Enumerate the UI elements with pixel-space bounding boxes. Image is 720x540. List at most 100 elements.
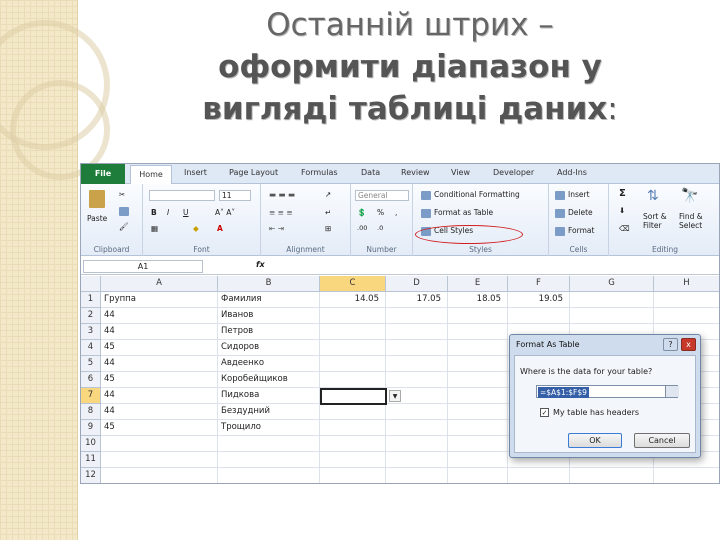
sheet-cell[interactable] — [386, 404, 448, 420]
sheet-cell[interactable]: 17.05 — [386, 292, 448, 308]
sheet-cell[interactable] — [320, 308, 386, 324]
row-header-4[interactable]: 4 — [81, 340, 101, 356]
sheet-cell[interactable] — [570, 292, 654, 308]
row-header-7[interactable]: 7 — [81, 388, 101, 404]
headers-checkbox[interactable]: ✓ — [540, 408, 549, 417]
row-header-9[interactable]: 9 — [81, 420, 101, 436]
sheet-cell[interactable] — [320, 324, 386, 340]
column-header-h[interactable]: H — [654, 276, 719, 292]
sheet-cell[interactable]: Петров — [218, 324, 320, 340]
ok-button[interactable]: OK — [568, 433, 622, 448]
sheet-cell[interactable]: 44 — [101, 356, 218, 372]
sheet-cell[interactable]: 44 — [101, 308, 218, 324]
tab-formulas[interactable]: Formulas — [301, 168, 338, 177]
tab-data[interactable]: Data — [361, 168, 380, 177]
sheet-cell[interactable]: Сидоров — [218, 340, 320, 356]
merge-icon[interactable]: ⊞ — [325, 224, 331, 233]
underline-button[interactable]: U — [183, 208, 189, 217]
sheet-cell[interactable] — [320, 468, 386, 483]
clear-icon[interactable]: ⌫ — [619, 224, 630, 233]
row-header-1[interactable]: 1 — [81, 292, 101, 308]
row-header-5[interactable]: 5 — [81, 356, 101, 372]
column-header-d[interactable]: D — [386, 276, 448, 292]
cut-icon[interactable]: ✂ — [119, 190, 125, 199]
sheet-cell[interactable] — [386, 356, 448, 372]
sheet-cell[interactable] — [386, 308, 448, 324]
autocomplete-dropdown-icon[interactable]: ▼ — [389, 390, 401, 402]
tab-developer[interactable]: Developer — [493, 168, 534, 177]
sheet-cell[interactable] — [320, 420, 386, 436]
sheet-cell[interactable] — [320, 372, 386, 388]
sheet-cell[interactable] — [448, 468, 508, 483]
indent-icons[interactable]: ⇤ ⇥ — [269, 224, 284, 233]
orientation-icon[interactable]: ↗ — [325, 190, 331, 199]
sheet-cell[interactable] — [218, 452, 320, 468]
sheet-cell[interactable]: Группа — [101, 292, 218, 308]
sheet-cell[interactable] — [101, 436, 218, 452]
sheet-cell[interactable] — [386, 452, 448, 468]
sheet-cell[interactable]: Коробейщиков — [218, 372, 320, 388]
sheet-cell[interactable] — [448, 404, 508, 420]
range-input[interactable]: =$A$1:$F$9 — [536, 385, 679, 398]
grow-font-button[interactable]: A˄ A˅ — [215, 208, 235, 217]
sheet-cell[interactable]: 44 — [101, 404, 218, 420]
tab-insert[interactable]: Insert — [184, 168, 207, 177]
conditional-formatting-button[interactable]: Conditional Formatting — [421, 190, 520, 200]
sheet-cell[interactable] — [320, 452, 386, 468]
row-header-12[interactable]: 12 — [81, 468, 101, 483]
close-button[interactable]: x — [681, 338, 696, 351]
sheet-cell[interactable] — [386, 372, 448, 388]
fill-icon[interactable]: ⬇ — [619, 206, 625, 215]
sheet-cell[interactable] — [448, 356, 508, 372]
autosum-button[interactable]: Σ — [619, 188, 626, 199]
column-header-f[interactable]: F — [508, 276, 570, 292]
font-name-select[interactable] — [149, 190, 215, 201]
sheet-cell[interactable] — [386, 340, 448, 356]
select-all-corner[interactable] — [81, 276, 101, 292]
help-button[interactable]: ? — [663, 338, 678, 351]
sheet-cell[interactable] — [448, 372, 508, 388]
row-header-10[interactable]: 10 — [81, 436, 101, 452]
sheet-cell[interactable] — [386, 468, 448, 483]
paste-button[interactable] — [89, 190, 108, 208]
sheet-cell[interactable] — [448, 452, 508, 468]
delete-button[interactable]: Delete — [555, 208, 593, 218]
italic-button[interactable]: I — [167, 208, 169, 217]
wrap-text-icon[interactable]: ↵ — [325, 208, 331, 217]
sheet-cell[interactable]: 44 — [101, 388, 218, 404]
sheet-cell[interactable]: Бездудний — [218, 404, 320, 420]
sheet-cell[interactable] — [448, 340, 508, 356]
sheet-cell[interactable] — [386, 420, 448, 436]
sheet-cell[interactable] — [386, 324, 448, 340]
sheet-cell[interactable]: Иванов — [218, 308, 320, 324]
sheet-cell[interactable] — [320, 356, 386, 372]
sheet-cell[interactable]: Пидкова — [218, 388, 320, 404]
column-header-e[interactable]: E — [448, 276, 508, 292]
sheet-cell[interactable]: 45 — [101, 420, 218, 436]
sheet-cell[interactable] — [218, 436, 320, 452]
decrease-decimal-icon[interactable]: .0 — [377, 224, 383, 232]
sheet-cell[interactable] — [654, 468, 719, 483]
tab-add-ins[interactable]: Add-Ins — [557, 168, 587, 177]
sheet-cell[interactable] — [508, 308, 570, 324]
collapse-range-icon[interactable] — [665, 386, 679, 397]
sheet-cell[interactable] — [101, 468, 218, 483]
percent-button[interactable]: % — [377, 208, 384, 217]
sheet-cell[interactable] — [320, 436, 386, 452]
tab-view[interactable]: View — [451, 168, 470, 177]
font-size-select[interactable]: 11 — [219, 190, 251, 201]
copy-icon[interactable] — [119, 206, 132, 216]
sheet-cell[interactable] — [101, 452, 218, 468]
sheet-cell[interactable] — [448, 420, 508, 436]
sheet-cell[interactable]: 44 — [101, 324, 218, 340]
row-header-11[interactable]: 11 — [81, 452, 101, 468]
sheet-cell[interactable]: Авдеенко — [218, 356, 320, 372]
format-as-table-button[interactable]: Format as Table — [421, 208, 493, 218]
sheet-cell[interactable] — [218, 468, 320, 483]
sheet-cell[interactable] — [448, 388, 508, 404]
sheet-cell[interactable] — [386, 436, 448, 452]
sheet-cell[interactable] — [654, 308, 719, 324]
row-header-8[interactable]: 8 — [81, 404, 101, 420]
sheet-cell[interactable]: 45 — [101, 340, 218, 356]
row-header-2[interactable]: 2 — [81, 308, 101, 324]
